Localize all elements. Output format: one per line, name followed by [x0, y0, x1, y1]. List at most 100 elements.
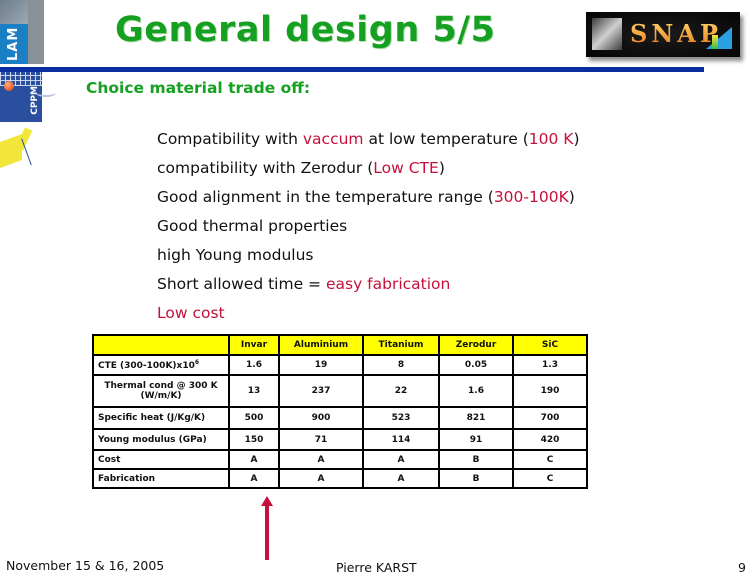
footer-author: Pierre KARST [336, 560, 417, 575]
criteria-text: Compatibility with [157, 130, 303, 148]
invar-selection-arrow [261, 496, 273, 560]
row-label-line1: Thermal cond @ 300 K [104, 381, 218, 391]
row-label: Thermal cond @ 300 K (W/m/K) [92, 374, 230, 408]
table-cell: 22 [362, 374, 440, 408]
row-label-exponent: 6 [194, 359, 200, 366]
criteria-text: ) [568, 188, 575, 206]
row-label: CTE (300-100K)x106 [92, 354, 230, 376]
row-label-line2: (W/m/K) [140, 391, 182, 401]
table-cell: 1.6 [228, 354, 280, 376]
criteria-item: Low cost [157, 304, 580, 333]
table-cell: A [228, 468, 280, 489]
criteria-text: ) [573, 130, 580, 148]
table-cell: 420 [512, 428, 588, 451]
row-label-text: CTE (300-100K)x10 [98, 361, 195, 371]
snap-logo-spectrum-icon [706, 27, 732, 49]
table-cell: 71 [278, 428, 364, 451]
criteria-item: Compatibility with vaccum at low tempera… [157, 130, 580, 159]
criteria-item: Short allowed time = easy fabrication [157, 275, 580, 304]
table-cell: B [438, 468, 514, 489]
criteria-item: Good thermal properties [157, 217, 580, 246]
row-label: Fabrication [92, 468, 230, 489]
criteria-text: Good thermal properties [157, 217, 348, 235]
material-comparison-table: Invar Aluminium Titanium Zerodur SiC CTE… [92, 334, 588, 489]
row-label: Specific heat (J/Kg/K) [92, 406, 230, 430]
criteria-text: Good alignment in the temperature range … [157, 188, 494, 206]
table-row: CTE (300-100K)x106 1.6 19 8 0.05 1.3 [92, 354, 588, 376]
lam-logo-text: LAM [6, 26, 21, 62]
criteria-item: high Young modulus [157, 246, 580, 275]
table-cell: 1.3 [512, 354, 588, 376]
header-sic: SiC [512, 334, 588, 356]
highlighted-text: Low cost [157, 304, 225, 322]
table-row: Cost A A A B C [92, 449, 588, 470]
title-divider [0, 67, 704, 72]
ipnl-logo [0, 127, 36, 169]
header-zerodur: Zerodur [438, 334, 514, 356]
lam-logo: LAM [0, 0, 44, 64]
table-cell: 500 [228, 406, 280, 430]
highlighted-text: 300-100K [493, 188, 569, 206]
highlighted-text: easy fabrication [325, 275, 451, 293]
slide-subtitle: Choice material trade off: [86, 79, 311, 97]
snap-logo-spectrum-peak [712, 35, 718, 49]
table-cell: A [278, 468, 364, 489]
table-cell: A [278, 449, 364, 470]
header-titanium: Titanium [362, 334, 440, 356]
page-number: 9 [738, 560, 746, 575]
table-cell: 190 [512, 374, 588, 408]
table-cell: C [512, 449, 588, 470]
row-label-text: Fabrication [98, 473, 156, 484]
criteria-item: Good alignment in the temperature range … [157, 188, 580, 217]
footer-date: November 15 & 16, 2005 [6, 558, 165, 573]
table-row: Fabrication A A A B C [92, 468, 588, 489]
table-cell: A [362, 449, 440, 470]
lam-logo-band [28, 0, 44, 64]
arrow-shaft [265, 504, 269, 560]
table-header-row: Invar Aluminium Titanium Zerodur SiC [92, 334, 588, 356]
table-cell: A [228, 449, 280, 470]
slide-title: General design 5/5 [115, 10, 496, 50]
table-cell: 19 [278, 354, 364, 376]
table-cell: B [438, 449, 514, 470]
criteria-text: ) [438, 159, 445, 177]
row-label-text: Young modulus (GPa) [98, 434, 207, 445]
table-row: Young modulus (GPa) 150 71 114 91 420 [92, 428, 588, 451]
criteria-item: compatibility with Zerodur (Low CTE) [157, 159, 580, 188]
highlighted-text: Low CTE [373, 159, 439, 177]
table-cell: 700 [512, 406, 588, 430]
table-cell: A [362, 468, 440, 489]
header-invar: Invar [228, 334, 280, 356]
header-empty [92, 334, 230, 356]
table-cell: 1.6 [438, 374, 514, 408]
cppm-logo: CPPM [0, 72, 56, 122]
table-cell: 237 [278, 374, 364, 408]
table-cell: 523 [362, 406, 440, 430]
criteria-text: at low temperature ( [363, 130, 529, 148]
cppm-logo-swoosh [36, 89, 56, 97]
highlighted-text: 100 K [528, 130, 574, 148]
header-aluminium: Aluminium [278, 334, 364, 356]
row-label: Young modulus (GPa) [92, 428, 230, 451]
table-cell: 8 [362, 354, 440, 376]
table-cell: 114 [362, 428, 440, 451]
table-cell: 821 [438, 406, 514, 430]
table-cell: 91 [438, 428, 514, 451]
table-cell: 0.05 [438, 354, 514, 376]
snap-logo-galaxy-icon [592, 18, 622, 50]
criteria-text: compatibility with Zerodur ( [157, 159, 374, 177]
highlighted-text: vaccum [302, 130, 364, 148]
cppm-logo-ball-icon [4, 81, 14, 91]
snap-logo: SNAP [586, 12, 740, 57]
criteria-list: Compatibility with vaccum at low tempera… [157, 130, 580, 333]
row-label-text: Cost [98, 454, 121, 465]
table-row: Specific heat (J/Kg/K) 500 900 523 821 700 [92, 406, 588, 430]
table-cell: 150 [228, 428, 280, 451]
criteria-text: high Young modulus [157, 246, 314, 264]
row-label-text: Specific heat (J/Kg/K) [98, 413, 206, 423]
table-row: Thermal cond @ 300 K (W/m/K) 13 237 22 1.6 190 [92, 374, 588, 408]
table-cell: C [512, 468, 588, 489]
table-cell: 900 [278, 406, 364, 430]
row-label: Cost [92, 449, 230, 470]
criteria-text: Short allowed time = [157, 275, 326, 293]
